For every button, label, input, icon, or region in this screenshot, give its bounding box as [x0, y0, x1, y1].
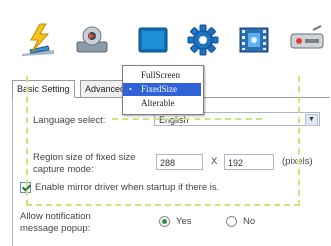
- tab-basic-setting[interactable]: Basic Setting: [12, 80, 75, 98]
- menu-item-alterable[interactable]: Alterable: [123, 97, 201, 110]
- basic-setting-page: Language select: English ▼ Region size o…: [12, 98, 331, 246]
- film-button[interactable]: [232, 18, 276, 62]
- region-height-input[interactable]: 192: [224, 154, 274, 170]
- selected-bullet-icon: •: [129, 85, 132, 94]
- audio-icon: [290, 25, 324, 49]
- menu-item-fullscreen[interactable]: FullScreen: [123, 69, 201, 82]
- capture-mode-menu: FullScreen • FixedSize Alterable: [122, 65, 204, 115]
- language-label: Language select:: [33, 115, 106, 126]
- menu-item-fixedsize-label: FixedSize: [141, 84, 177, 94]
- gear-icon: [187, 24, 219, 56]
- mirror-driver-checkbox[interactable]: [20, 182, 31, 193]
- region-label-line1: Region size of fixed size: [33, 152, 136, 163]
- flash-icon: [22, 23, 54, 56]
- notify-no-radio[interactable]: [226, 216, 237, 227]
- settings-button[interactable]: [181, 18, 225, 62]
- notify-yes-radio[interactable]: [159, 216, 170, 227]
- language-value: English: [159, 115, 189, 125]
- chevron-down-icon[interactable]: ▼: [305, 114, 318, 126]
- webcam-button[interactable]: [70, 18, 114, 62]
- mirror-driver-label: Enable mirror driver when startup if the…: [35, 182, 220, 193]
- notify-label-line1: Allow notification: [20, 211, 91, 222]
- screen-icon: [138, 27, 168, 53]
- menu-item-fixedsize[interactable]: • FixedSize: [123, 83, 201, 96]
- times-label: X: [211, 156, 218, 167]
- notify-no-label: No: [243, 216, 256, 227]
- audio-button[interactable]: [285, 18, 329, 62]
- region-width-input[interactable]: 288: [156, 154, 203, 170]
- film-icon: [239, 27, 269, 53]
- capture-mode-button[interactable]: [16, 18, 60, 62]
- notify-yes-label: Yes: [176, 216, 192, 227]
- webcam-icon: [76, 26, 108, 53]
- screen-button[interactable]: [131, 18, 175, 62]
- notify-label-line2: message popup:: [20, 223, 91, 234]
- pixels-label: (pixels): [282, 156, 313, 167]
- region-label-line2: capture mode:: [33, 164, 94, 175]
